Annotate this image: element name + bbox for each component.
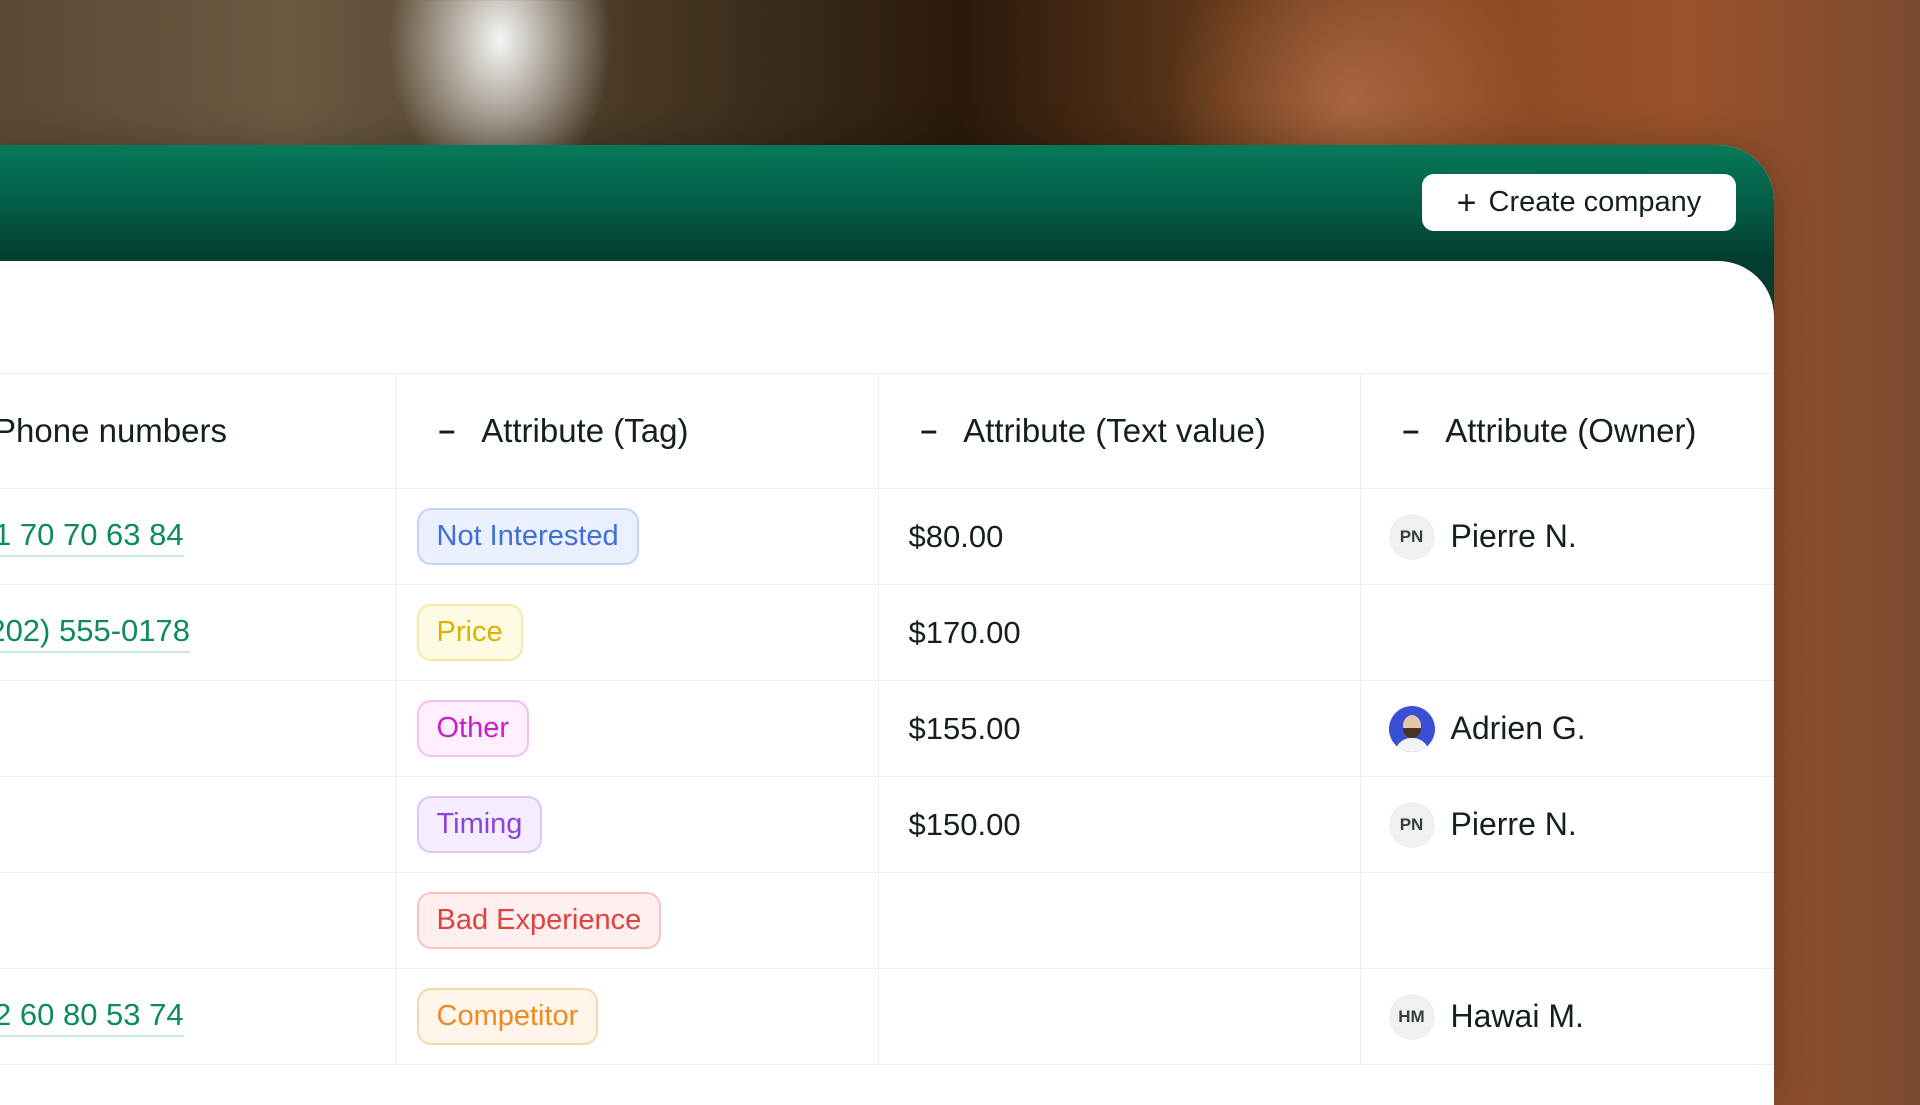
- table-row[interactable]: Other $155.00 Adrien G.: [0, 680, 1774, 777]
- text-value-cell[interactable]: [878, 968, 1361, 1065]
- create-company-button[interactable]: + Create company: [1422, 174, 1736, 231]
- tag-cell[interactable]: Timing: [396, 776, 879, 873]
- collapse-icon[interactable]: –: [439, 414, 456, 448]
- table-row[interactable]: (202) 555-0178 Price $170.00: [0, 584, 1774, 681]
- table-header-row: Phone numbers – Attribute (Tag) – Attrib…: [0, 373, 1774, 489]
- tag-cell[interactable]: Bad Experience: [396, 872, 879, 969]
- owner-name: Adrien G.: [1450, 710, 1586, 746]
- tag-badge[interactable]: Other: [416, 700, 530, 757]
- phone-link[interactable]: 1 70 70 63 84: [0, 517, 184, 557]
- companies-table: Phone numbers – Attribute (Tag) – Attrib…: [0, 373, 1774, 1065]
- table-row[interactable]: 1 70 70 63 84 Not Interested $80.00 PN Pi…: [0, 488, 1774, 585]
- owner-cell[interactable]: PN Pierre N.: [1360, 488, 1774, 585]
- tag-badge[interactable]: Timing: [416, 796, 543, 853]
- owner-cell[interactable]: Adrien G.: [1360, 680, 1774, 777]
- phone-cell[interactable]: [0, 680, 397, 777]
- table-row[interactable]: 2 60 80 53 74 Competitor HM Hawai M.: [0, 968, 1774, 1065]
- tag-cell[interactable]: Competitor: [396, 968, 879, 1065]
- text-value-cell[interactable]: $155.00: [878, 680, 1361, 777]
- phone-link[interactable]: 2 60 80 53 74: [0, 997, 184, 1037]
- avatar: PN: [1388, 801, 1435, 848]
- table-row[interactable]: Timing $150.00 PN Pierre N.: [0, 776, 1774, 873]
- phone-cell[interactable]: 1 70 70 63 84: [0, 488, 397, 585]
- text-value-cell[interactable]: $80.00: [878, 488, 1361, 585]
- owner-cell[interactable]: HM Hawai M.: [1360, 968, 1774, 1065]
- avatar-photo: [1388, 705, 1435, 752]
- text-value-cell[interactable]: $170.00: [878, 584, 1361, 681]
- text-value-cell[interactable]: [878, 872, 1361, 969]
- content-panel: Phone numbers – Attribute (Tag) – Attrib…: [0, 261, 1774, 1105]
- column-header-phone-label: Phone numbers: [0, 412, 227, 449]
- column-header-owner-label: Attribute (Owner): [1445, 412, 1697, 449]
- owner-name: Pierre N.: [1450, 806, 1577, 842]
- header-bar: + Create company: [0, 145, 1774, 261]
- owner-cell[interactable]: [1360, 872, 1774, 969]
- collapse-icon[interactable]: –: [921, 414, 938, 448]
- column-header-owner[interactable]: – Attribute (Owner): [1360, 373, 1774, 489]
- collapse-icon[interactable]: –: [1403, 414, 1420, 448]
- tag-badge[interactable]: Not Interested: [416, 508, 639, 565]
- companies-window: + Create company Phone numbers – Attribu…: [0, 145, 1774, 1105]
- avatar: HM: [1388, 993, 1435, 1040]
- owner-name: Pierre N.: [1450, 518, 1577, 554]
- column-header-tag[interactable]: – Attribute (Tag): [396, 373, 879, 489]
- tag-badge[interactable]: Competitor: [416, 988, 599, 1045]
- table-row[interactable]: Bad Experience: [0, 872, 1774, 969]
- tag-badge[interactable]: Bad Experience: [416, 892, 662, 949]
- column-header-phone[interactable]: Phone numbers: [0, 373, 397, 489]
- tag-badge[interactable]: Price: [416, 604, 523, 661]
- avatar: PN: [1388, 513, 1435, 560]
- phone-cell[interactable]: [0, 776, 397, 873]
- phone-link[interactable]: (202) 555-0178: [0, 613, 190, 653]
- plus-icon: +: [1456, 183, 1477, 222]
- tag-cell[interactable]: Other: [396, 680, 879, 777]
- owner-cell[interactable]: PN Pierre N.: [1360, 776, 1774, 873]
- owner-cell[interactable]: [1360, 584, 1774, 681]
- phone-cell[interactable]: (202) 555-0178: [0, 584, 397, 681]
- create-company-label: Create company: [1488, 186, 1702, 218]
- text-value: $150.00: [908, 806, 1021, 842]
- column-header-tag-label: Attribute (Tag): [481, 412, 689, 449]
- tag-cell[interactable]: Not Interested: [396, 488, 879, 585]
- column-header-text[interactable]: – Attribute (Text value): [878, 373, 1361, 489]
- column-header-text-label: Attribute (Text value): [963, 412, 1266, 449]
- text-value-cell[interactable]: $150.00: [878, 776, 1361, 873]
- phone-cell[interactable]: [0, 872, 397, 969]
- phone-cell[interactable]: 2 60 80 53 74: [0, 968, 397, 1065]
- text-value: $80.00: [908, 518, 1004, 554]
- tag-cell[interactable]: Price: [396, 584, 879, 681]
- text-value: $170.00: [908, 614, 1021, 650]
- owner-name: Hawai M.: [1450, 998, 1584, 1034]
- text-value: $155.00: [908, 710, 1021, 746]
